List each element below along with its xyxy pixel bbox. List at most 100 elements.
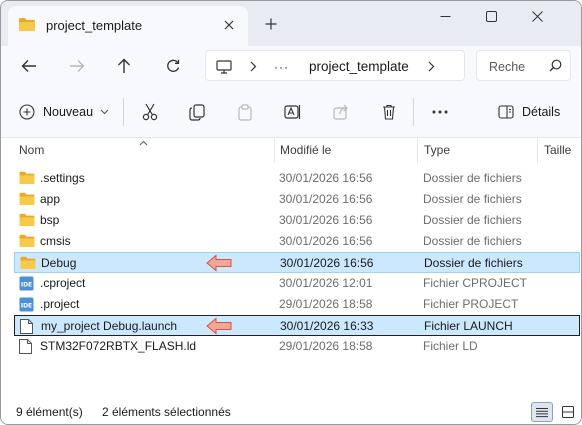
list-item-app[interactable]: app 30/01/2026 16:56 Dossier de fichiers bbox=[14, 189, 580, 210]
address-bar[interactable]: ··· project_template bbox=[205, 50, 465, 81]
file-name[interactable]: .project bbox=[40, 297, 79, 311]
svg-text:IDE: IDE bbox=[21, 282, 32, 289]
divider bbox=[413, 98, 414, 126]
divider bbox=[123, 98, 124, 126]
column-divider[interactable] bbox=[537, 138, 538, 163]
chevron-right-icon[interactable] bbox=[428, 51, 435, 82]
file-type: Dossier de fichiers bbox=[423, 213, 522, 227]
list-item-launch-file[interactable]: my_project Debug.launch 30/01/2026 16:33… bbox=[14, 315, 580, 336]
forward-arrow-icon[interactable] bbox=[62, 52, 92, 80]
item-count: 9 élément(s) bbox=[16, 405, 83, 419]
back-arrow-icon[interactable] bbox=[14, 52, 44, 80]
file-name[interactable]: bsp bbox=[40, 213, 59, 227]
paste-icon[interactable] bbox=[235, 99, 255, 125]
close-window-icon[interactable] bbox=[514, 1, 560, 31]
file-list: Nom Modifié le Type Taille .settings 30/… bbox=[1, 138, 581, 388]
refresh-icon[interactable] bbox=[158, 52, 188, 80]
minimize-icon[interactable] bbox=[422, 1, 468, 31]
new-button-label: Nouveau bbox=[43, 105, 94, 119]
plus-circle-icon bbox=[19, 104, 35, 120]
file-modified-date: 29/01/2026 18:58 bbox=[279, 339, 373, 353]
document-icon bbox=[20, 319, 33, 337]
chevron-right-icon[interactable] bbox=[250, 51, 257, 82]
search-icon[interactable] bbox=[549, 59, 562, 75]
column-name[interactable]: Nom bbox=[19, 143, 44, 157]
ide-file-icon: IDE bbox=[19, 297, 34, 315]
selection-count: 2 éléments sélectionnés bbox=[102, 405, 231, 419]
folder-icon bbox=[19, 234, 35, 251]
search-placeholder[interactable]: Reche bbox=[489, 60, 525, 74]
file-modified-date: 30/01/2026 12:01 bbox=[279, 276, 373, 290]
folder-icon bbox=[19, 171, 35, 188]
file-explorer-window: project_template ··· project_template Re… bbox=[0, 0, 582, 425]
file-name[interactable]: cmsis bbox=[40, 234, 71, 248]
search-box[interactable]: Reche bbox=[476, 50, 571, 81]
file-name[interactable]: STM32F072RBTX_FLASH.ld bbox=[40, 339, 196, 353]
cut-icon[interactable] bbox=[140, 99, 160, 125]
document-icon bbox=[19, 339, 32, 357]
folder-icon bbox=[18, 17, 36, 35]
svg-text:IDE: IDE bbox=[21, 303, 32, 310]
computer-icon[interactable] bbox=[216, 51, 232, 82]
file-name[interactable]: .cproject bbox=[40, 276, 85, 290]
tiles-view-icon[interactable] bbox=[557, 402, 579, 422]
navigation-bar: ··· project_template Reche bbox=[1, 46, 581, 86]
file-modified-date: 30/01/2026 16:56 bbox=[279, 171, 373, 185]
copy-icon[interactable] bbox=[187, 99, 207, 125]
list-item-bsp[interactable]: bsp 30/01/2026 16:56 Dossier de fichiers bbox=[14, 210, 580, 231]
file-type: Fichier CPROJECT bbox=[423, 276, 528, 290]
list-item-debug[interactable]: Debug 30/01/2026 16:56 Dossier de fichie… bbox=[14, 252, 580, 273]
chevron-down-icon bbox=[100, 109, 109, 115]
list-item-cproject[interactable]: IDE .cproject 30/01/2026 12:01 Fichier C… bbox=[14, 273, 580, 294]
share-icon[interactable] bbox=[331, 99, 351, 125]
file-type: Dossier de fichiers bbox=[424, 256, 523, 270]
column-type[interactable]: Type bbox=[424, 143, 450, 157]
column-divider[interactable] bbox=[417, 138, 418, 163]
file-type: Dossier de fichiers bbox=[423, 192, 522, 206]
ide-file-icon: IDE bbox=[19, 276, 34, 294]
annotation-arrow-icon bbox=[205, 254, 233, 275]
file-modified-date: 30/01/2026 16:33 bbox=[280, 319, 374, 333]
file-name[interactable]: app bbox=[40, 192, 60, 206]
details-button[interactable]: Détails bbox=[498, 99, 560, 125]
details-button-label: Détails bbox=[522, 105, 561, 119]
file-modified-date: 30/01/2026 16:56 bbox=[279, 192, 373, 206]
sort-ascending-icon bbox=[139, 135, 148, 149]
list-item-cmsis[interactable]: cmsis 30/01/2026 16:56 Dossier de fichie… bbox=[14, 231, 580, 252]
up-arrow-icon[interactable] bbox=[109, 52, 139, 80]
new-button[interactable]: Nouveau bbox=[19, 99, 109, 125]
file-modified-date: 30/01/2026 16:56 bbox=[280, 256, 374, 270]
file-name[interactable]: .settings bbox=[40, 171, 85, 185]
folder-icon bbox=[19, 192, 35, 209]
more-options-icon[interactable] bbox=[429, 99, 451, 125]
tab-project-template[interactable]: project_template bbox=[8, 6, 248, 46]
file-type: Fichier LAUNCH bbox=[424, 319, 513, 333]
file-modified-date: 30/01/2026 16:56 bbox=[279, 234, 373, 248]
list-item-settings[interactable]: .settings 30/01/2026 16:56 Dossier de fi… bbox=[14, 168, 580, 189]
file-type: Fichier LD bbox=[423, 339, 478, 353]
tab-title: project_template bbox=[46, 18, 143, 33]
folder-icon bbox=[19, 213, 35, 230]
file-name[interactable]: Debug bbox=[41, 256, 76, 270]
new-tab-icon[interactable] bbox=[260, 13, 282, 35]
close-tab-icon[interactable] bbox=[218, 14, 240, 36]
column-divider[interactable] bbox=[274, 138, 275, 163]
list-item-project[interactable]: IDE .project 29/01/2026 18:58 Fichier PR… bbox=[14, 294, 580, 315]
column-size[interactable]: Taille bbox=[544, 143, 571, 157]
details-view-icon[interactable] bbox=[531, 402, 553, 422]
rename-icon[interactable] bbox=[283, 99, 303, 125]
breadcrumb-current-folder[interactable]: project_template bbox=[309, 59, 409, 74]
list-item-linker-script[interactable]: STM32F072RBTX_FLASH.ld 29/01/2026 18:58 … bbox=[14, 336, 580, 357]
file-modified-date: 30/01/2026 16:56 bbox=[279, 213, 373, 227]
maximize-icon[interactable] bbox=[468, 1, 514, 31]
file-type: Dossier de fichiers bbox=[423, 171, 522, 185]
column-modified[interactable]: Modifié le bbox=[280, 143, 331, 157]
delete-icon[interactable] bbox=[379, 99, 399, 125]
command-bar: Nouveau Détails bbox=[1, 86, 581, 138]
folder-icon bbox=[20, 256, 36, 273]
file-type: Dossier de fichiers bbox=[423, 234, 522, 248]
file-name[interactable]: my_project Debug.launch bbox=[41, 319, 177, 333]
breadcrumb-ellipsis[interactable]: ··· bbox=[274, 51, 289, 82]
details-pane-icon bbox=[498, 105, 514, 119]
title-bar: project_template bbox=[1, 1, 581, 46]
